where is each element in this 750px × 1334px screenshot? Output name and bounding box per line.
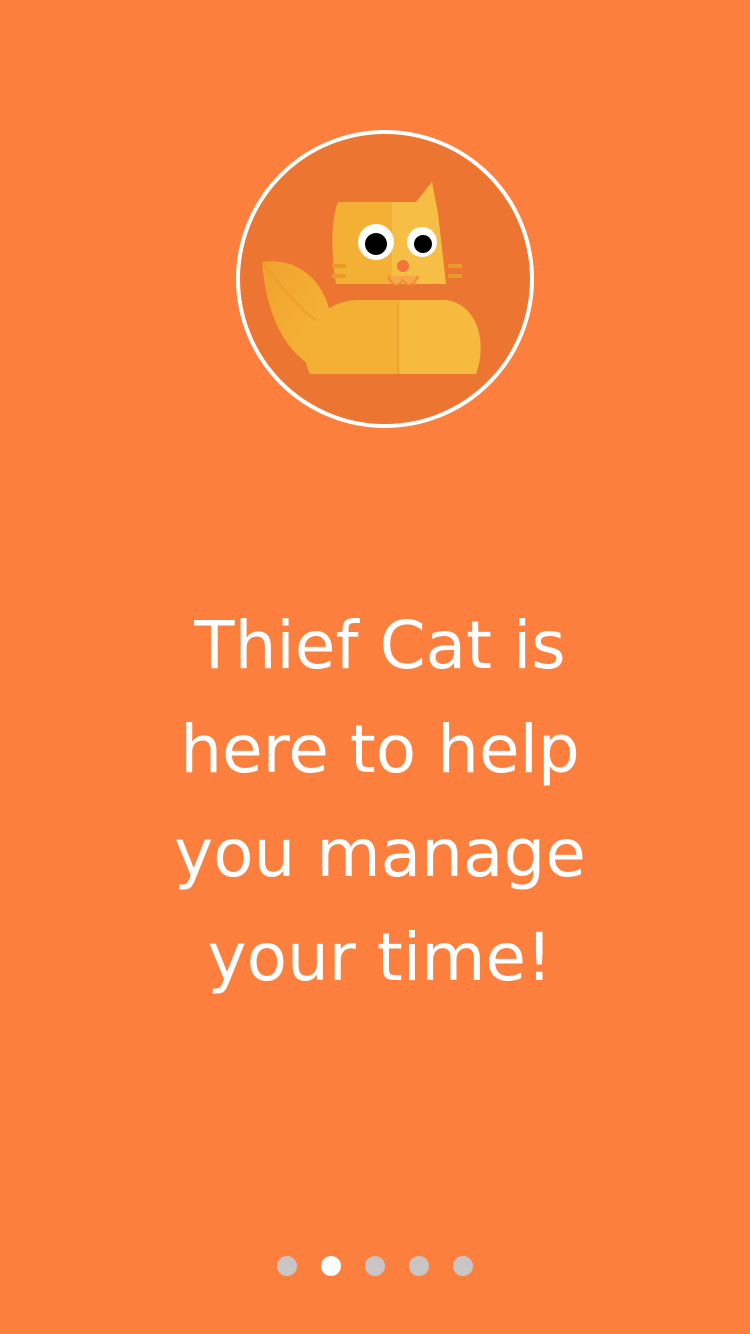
page-dot-4[interactable] bbox=[409, 1256, 429, 1276]
app-logo bbox=[236, 130, 534, 428]
page-dot-2[interactable] bbox=[321, 1256, 341, 1276]
message-line: you manage bbox=[174, 815, 586, 892]
page-dot-5[interactable] bbox=[453, 1256, 473, 1276]
page-dot-1[interactable] bbox=[277, 1256, 297, 1276]
page-dot-3[interactable] bbox=[365, 1256, 385, 1276]
onboarding-message: Thief Cat is here to help you manage you… bbox=[100, 594, 660, 1010]
page-indicator bbox=[0, 1256, 750, 1280]
thief-cat-icon bbox=[261, 182, 481, 374]
message-line: here to help bbox=[180, 711, 580, 788]
message-line: Thief Cat is bbox=[194, 607, 566, 684]
message-line: your time! bbox=[207, 919, 553, 996]
